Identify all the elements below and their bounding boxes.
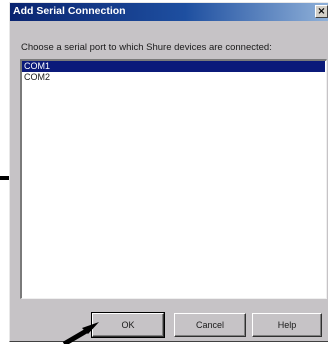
cancel-button[interactable]: Cancel [174, 313, 246, 337]
list-item-com2[interactable]: COM2 [22, 72, 325, 83]
close-icon[interactable]: × [315, 5, 328, 18]
help-button[interactable]: Help [252, 313, 322, 337]
list-item-com1[interactable]: COM1 [22, 61, 325, 72]
dialog-title: Add Serial Connection [13, 5, 126, 17]
title-bar: Add Serial Connection × [10, 3, 328, 21]
add-serial-connection-dialog: Add Serial Connection × Choose a serial … [9, 2, 328, 342]
ok-button[interactable]: OK [91, 312, 165, 338]
instruction-label: Choose a serial port to which Shure devi… [21, 42, 272, 53]
serial-port-list[interactable]: COM1 COM2 [20, 59, 327, 299]
